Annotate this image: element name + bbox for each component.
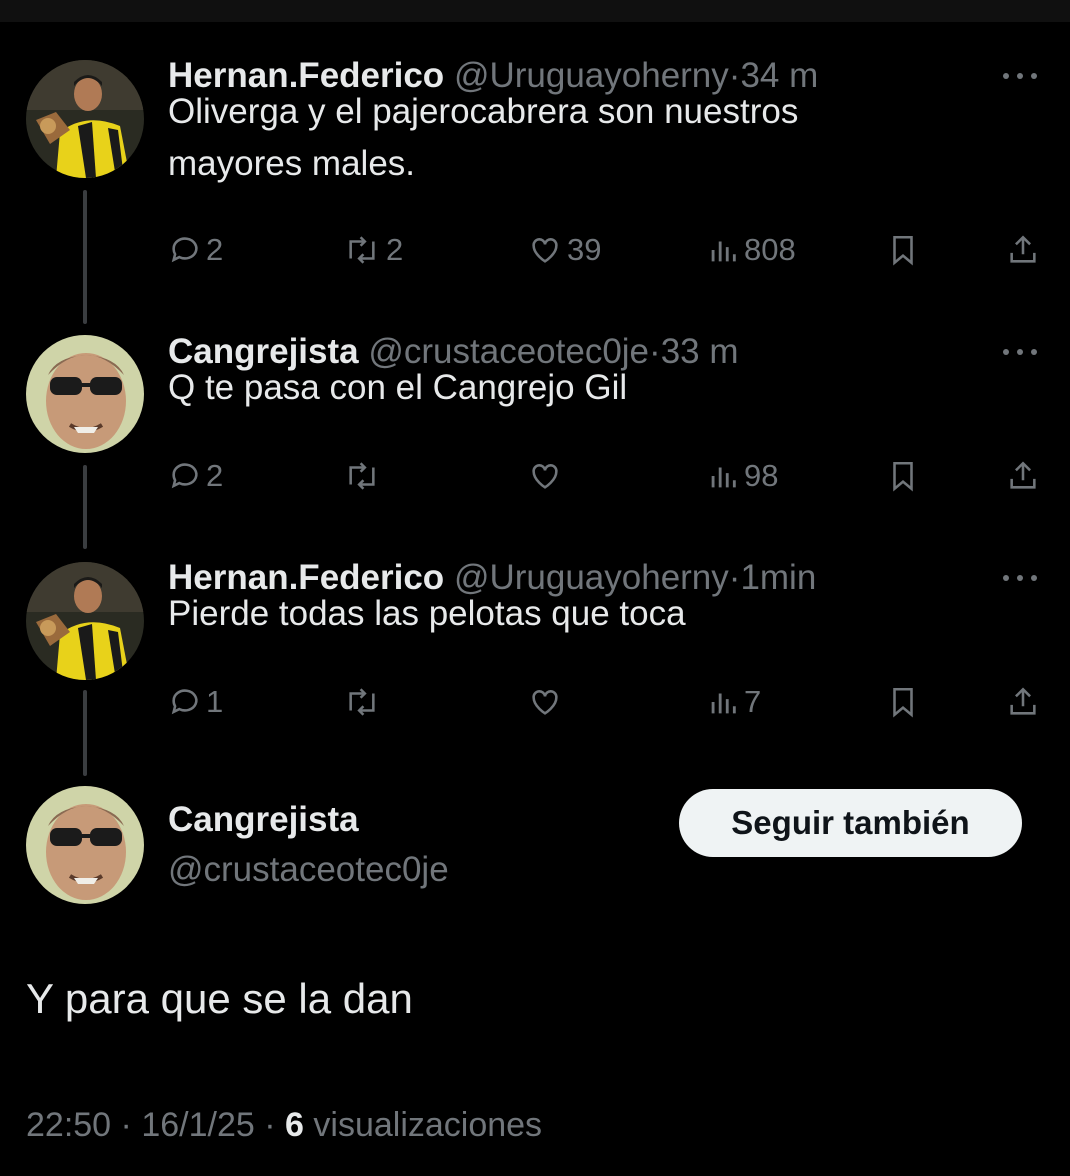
avatar[interactable] — [26, 786, 144, 904]
thread-tweet[interactable]: Cangrejista @crustaceotec0je·33 m Q te p… — [0, 328, 1070, 528]
conversation-view: Hernan.Federico @Uruguayoherny·34 m Oliv… — [0, 0, 1070, 1176]
tweet-text: Y para que se la dan — [26, 975, 413, 1022]
like-button[interactable] — [527, 680, 567, 724]
separator: · — [264, 1106, 276, 1144]
repost-count: 2 — [386, 232, 404, 267]
views-count: 6 — [285, 1106, 304, 1144]
reply-button[interactable]: 2 — [168, 454, 223, 498]
avatar[interactable] — [26, 60, 144, 178]
tweet-text: Pierde todas las pelotas que toca — [168, 594, 686, 633]
thread-tweet[interactable]: Hernan.Federico @Uruguayoherny·1min Pier… — [0, 554, 1070, 754]
bookmark-button[interactable] — [886, 228, 920, 272]
avatar-man-sunglasses-icon — [26, 786, 144, 904]
post-time[interactable]: 22:50 — [26, 1106, 111, 1144]
avatar-man-sunglasses-icon — [26, 335, 144, 453]
reply-button[interactable]: 1 — [168, 680, 223, 724]
reply-button[interactable]: 2 — [168, 228, 223, 272]
reply-icon — [171, 237, 198, 263]
share-button[interactable] — [1006, 228, 1040, 272]
bookmark-button[interactable] — [886, 454, 920, 498]
repost-button[interactable]: 2 — [342, 228, 403, 272]
reply-icon — [171, 463, 198, 489]
tweet-text: Oliverga y el pajerocabrera son nuestros… — [168, 92, 799, 183]
bookmark-button[interactable] — [886, 680, 920, 724]
like-icon — [532, 464, 558, 489]
display-name[interactable]: Cangrejista — [168, 800, 359, 840]
views-count: 7 — [744, 684, 762, 719]
repost-button[interactable] — [342, 454, 386, 498]
views-count: 808 — [744, 232, 796, 267]
share-button[interactable] — [1006, 454, 1040, 498]
more-icon[interactable] — [998, 62, 1042, 90]
views-icon — [711, 693, 736, 714]
views-icon — [711, 467, 736, 488]
bookmark-icon — [893, 687, 913, 718]
bookmark-icon — [893, 461, 913, 492]
repost-icon — [349, 236, 375, 264]
like-icon — [532, 690, 558, 715]
reply-count: 2 — [206, 232, 224, 267]
repost-button[interactable] — [342, 680, 386, 724]
bookmark-icon — [893, 235, 913, 266]
reply-count: 2 — [206, 458, 224, 493]
user-handle[interactable]: @crustaceotec0je — [168, 850, 449, 890]
reply-icon — [171, 689, 198, 715]
more-icon[interactable] — [998, 338, 1042, 366]
avatar-player-icon — [26, 562, 144, 680]
views-button[interactable]: 7 — [706, 680, 761, 724]
thread-tweet[interactable]: Hernan.Federico @Uruguayoherny·34 m Oliv… — [0, 52, 1070, 282]
avatar-player-icon — [26, 60, 144, 178]
action-bar: 2 98 — [0, 454, 1070, 498]
share-icon — [1010, 687, 1036, 715]
like-icon — [532, 238, 558, 263]
repost-icon — [349, 462, 375, 490]
tweet-meta: 22:50 · 16/1/25 · 6 visualizaciones — [26, 1106, 542, 1145]
more-icon[interactable] — [998, 564, 1042, 592]
like-button[interactable] — [527, 454, 567, 498]
like-button[interactable]: 39 — [527, 228, 601, 272]
post-date[interactable]: 16/1/25 — [141, 1106, 254, 1144]
views-count: 98 — [744, 458, 779, 493]
views-button[interactable]: 98 — [706, 454, 778, 498]
action-bar: 2 2 39 808 — [0, 228, 1070, 272]
like-count: 39 — [567, 232, 602, 267]
tweet-text: Q te pasa con el Cangrejo Gil — [168, 368, 628, 407]
views-button[interactable]: 808 — [706, 228, 796, 272]
reply-count: 1 — [206, 684, 224, 719]
share-icon — [1010, 461, 1036, 489]
avatar[interactable] — [26, 335, 144, 453]
repost-icon — [349, 688, 375, 716]
views-label: visualizaciones — [313, 1106, 543, 1144]
separator: · — [120, 1106, 132, 1144]
share-button[interactable] — [1006, 680, 1040, 724]
share-icon — [1010, 235, 1036, 263]
views-icon — [711, 241, 736, 262]
avatar[interactable] — [26, 562, 144, 680]
follow-button[interactable]: Seguir también — [679, 789, 1022, 857]
action-bar: 1 7 — [0, 680, 1070, 724]
